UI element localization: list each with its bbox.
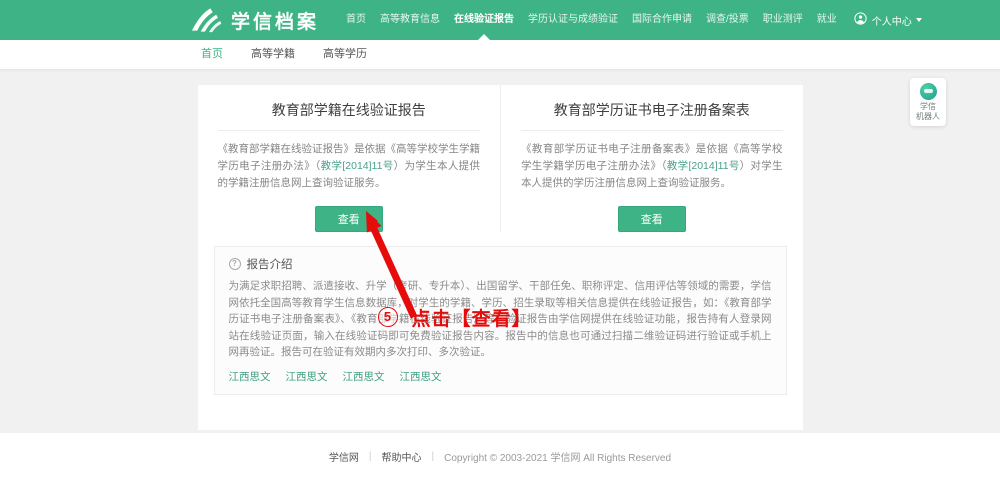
- help-circle-icon: ?: [229, 258, 241, 270]
- card-student-status-report: 教育部学籍在线验证报告 《教育部学籍在线验证报告》是依据《高等学校学生学籍学历电…: [198, 85, 501, 232]
- user-menu[interactable]: 个人中心: [854, 12, 922, 28]
- page-footer: 学信网 | 帮助中心 | Copyright © 2003-2021 学信网 A…: [0, 433, 1000, 479]
- content-panel: 教育部学籍在线验证报告 《教育部学籍在线验证报告》是依据《高等学校学生学籍学历电…: [198, 85, 803, 430]
- nav-item-online-verification-report[interactable]: 在线验证报告: [447, 0, 521, 40]
- robot-label-line2: 机器人: [912, 112, 944, 122]
- card-degree-certificate-record: 教育部学历证书电子注册备案表 《教育部学历证书电子注册备案表》是依据《高等学校学…: [500, 85, 803, 232]
- site-logo[interactable]: 学信档案: [190, 7, 319, 34]
- robot-face-icon: [920, 83, 937, 100]
- nav-item-international-cooperation[interactable]: 国际合作申请: [625, 0, 699, 40]
- subnav-item-higher-degree[interactable]: 高等学历: [320, 40, 370, 69]
- view-button-student-status[interactable]: 查看: [315, 206, 383, 232]
- chevron-down-icon: [916, 18, 922, 22]
- nav-item-survey-vote[interactable]: 调查/投票: [699, 0, 756, 40]
- regulation-doc-link[interactable]: 教学[2014]11号: [321, 160, 394, 172]
- top-header: 学信档案 首页 高等教育信息 在线验证报告 学历认证与成绩验证 国际合作申请 调…: [0, 0, 1000, 40]
- sub-nav: 首页 高等学籍 高等学历: [0, 40, 1000, 70]
- subnav-item-home[interactable]: 首页: [198, 40, 226, 69]
- intro-link[interactable]: 江西思文: [400, 369, 442, 384]
- card-description: 《教育部学籍在线验证报告》是依据《高等学校学生学籍学历电子注册办法》（教学[20…: [218, 141, 481, 192]
- nav-item-degree-authentication[interactable]: 学历认证与成绩验证: [521, 0, 625, 40]
- report-intro-box: ? 报告介绍 为满足求职招聘、派遣接收、升学（考研、专升本）、出国留学、干部任免…: [214, 246, 787, 395]
- robot-label-line1: 学信: [912, 102, 944, 112]
- card-description: 《教育部学历证书电子注册备案表》是依据《高等学校学生学籍学历电子注册办法》（教学…: [521, 141, 783, 192]
- main-nav: 首页 高等教育信息 在线验证报告 学历认证与成绩验证 国际合作申请 调查/投票 …: [339, 0, 844, 40]
- footer-link-help-center[interactable]: 帮助中心: [382, 449, 422, 464]
- user-avatar-icon: [854, 12, 867, 28]
- nav-item-higher-education-info[interactable]: 高等教育信息: [373, 0, 447, 40]
- chsi-robot-widget[interactable]: 学信 机器人: [910, 78, 946, 126]
- intro-title: 报告介绍: [247, 256, 293, 272]
- footer-separator: |: [369, 451, 372, 462]
- report-cards: 教育部学籍在线验证报告 《教育部学籍在线验证报告》是依据《高等学校学生学籍学历电…: [198, 85, 803, 232]
- intro-link[interactable]: 江西思文: [343, 369, 385, 384]
- nav-item-home[interactable]: 首页: [339, 0, 373, 40]
- intro-links: 江西思文 江西思文 江西思文 江西思文: [229, 369, 772, 384]
- footer-separator: |: [432, 451, 435, 462]
- card-title: 教育部学历证书电子注册备案表: [521, 100, 783, 131]
- nav-item-career-assessment[interactable]: 职业测评: [756, 0, 810, 40]
- footer-copyright: Copyright © 2003-2021 学信网 All Rights Res…: [444, 449, 671, 464]
- intro-link[interactable]: 江西思文: [286, 369, 328, 384]
- regulation-doc-link[interactable]: 教学[2014]11号: [667, 160, 740, 172]
- logo-book-icon: [190, 7, 223, 33]
- intro-text: 为满足求职招聘、派遣接收、升学（考研、专升本）、出国留学、干部任免、职称评定、信…: [229, 278, 772, 361]
- user-menu-label: 个人中心: [872, 13, 912, 28]
- intro-link[interactable]: 江西思文: [229, 369, 271, 384]
- subnav-item-higher-enrollment[interactable]: 高等学籍: [248, 40, 298, 69]
- view-button-degree-record[interactable]: 查看: [618, 206, 686, 232]
- logo-text: 学信档案: [231, 7, 319, 34]
- footer-link-chsi[interactable]: 学信网: [329, 449, 359, 464]
- card-title: 教育部学籍在线验证报告: [218, 100, 481, 131]
- nav-item-employment[interactable]: 就业: [810, 0, 844, 40]
